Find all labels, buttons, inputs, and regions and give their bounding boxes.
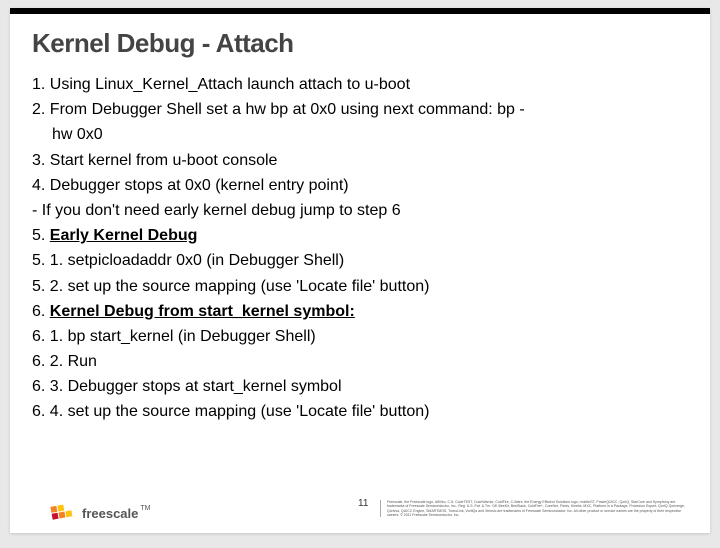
step-2: 2. From Debugger Shell set a hw bp at 0x… [32,98,682,121]
step-5-2: 5. 2. set up the source mapping (use 'Lo… [32,275,682,298]
slide: Kernel Debug - Attach 1. Using Linux_Ker… [10,8,710,533]
freescale-logo: freescale TM [50,503,151,523]
step-dash: If you don't need early kernel debug jum… [32,199,682,222]
trademark-symbol: TM [140,505,150,512]
slide-content: 1. Using Linux_Kernel_Attach launch atta… [10,59,710,424]
step-6-3: 6. 3. Debugger stops at start_kernel sym… [32,375,682,398]
freescale-logo-text: freescale [82,506,138,521]
step-5: 5. Early Kernel Debug [32,224,682,247]
step-3: 3. Start kernel from u-boot console [32,149,682,172]
step-4: 4. Debugger stops at 0x0 (kernel entry p… [32,174,682,197]
slide-footer: freescale TM 11 Freescale, the Freescale… [10,503,710,523]
step-6-4: 6. 4. set up the source mapping (use 'Lo… [32,400,682,423]
step-5-num: 5. [32,227,50,244]
step-dash-text: If you don't need early kernel debug jum… [42,202,401,219]
page-number: 11 [358,498,368,509]
slide-title: Kernel Debug - Attach [10,14,710,59]
step-6: 6. Kernel Debug from start_kernel symbol… [32,300,682,323]
legal-text: Freescale, the Freescale logo, AltiVec, … [380,500,687,517]
step-5-1: 5. 1. setpicloadaddr 0x0 (in Debugger Sh… [32,249,682,272]
step-6-1: 6. 1. bp start_kernel (in Debugger Shell… [32,325,682,348]
step-6-num: 6. [32,303,50,320]
step-6-2: 6. 2. Run [32,350,682,373]
step-2-cont: hw 0x0 [32,123,682,146]
step-1: 1. Using Linux_Kernel_Attach launch atta… [32,73,682,96]
step-6-heading: Kernel Debug from start_kernel symbol: [50,303,355,320]
freescale-logo-icon [50,503,76,523]
step-5-heading: Early Kernel Debug [50,227,198,244]
